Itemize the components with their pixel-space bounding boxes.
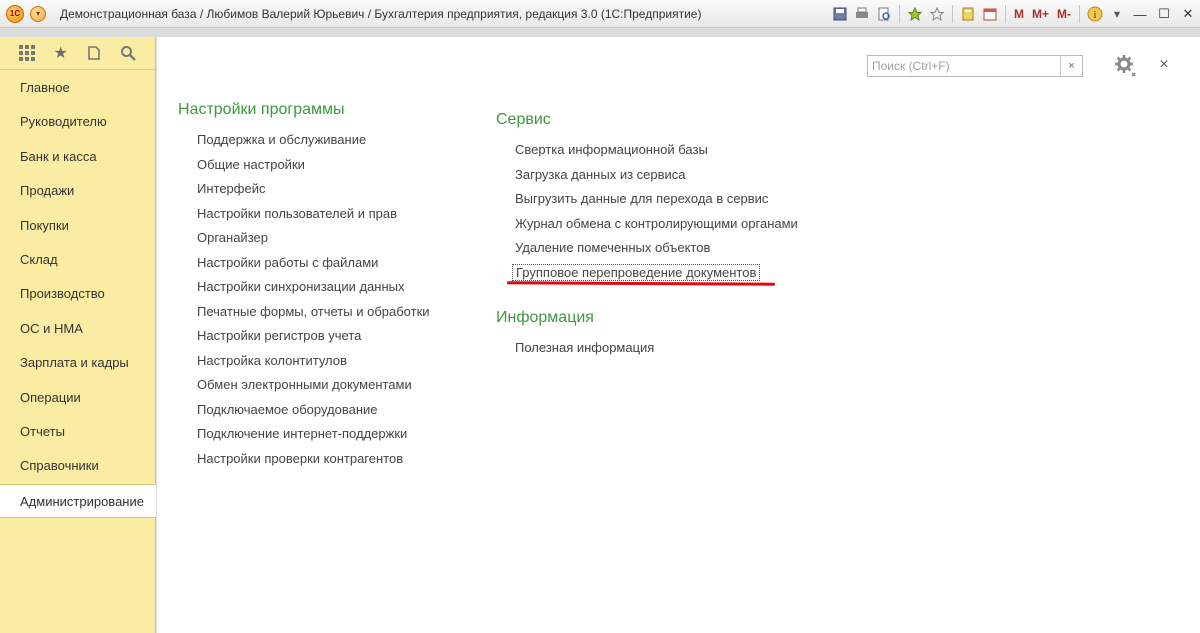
main-panel: × × Настройки программы Поддержка и обсл…	[157, 37, 1200, 633]
red-highlight-underline	[506, 281, 776, 286]
toolbar-separator	[951, 5, 953, 23]
link-load-from-service[interactable]: Загрузка данных из сервиса	[515, 163, 798, 188]
link-equipment[interactable]: Подключаемое оборудование	[197, 398, 430, 423]
clear-search-button[interactable]: ×	[1060, 56, 1082, 76]
link-headers-footers[interactable]: Настройка колонтитулов	[197, 349, 430, 374]
preview-icon[interactable]	[875, 5, 893, 23]
minimize-button[interactable]: —	[1128, 4, 1152, 24]
main-menu-icon[interactable]: ▾	[30, 5, 46, 22]
maximize-button[interactable]: ☐	[1152, 4, 1176, 24]
print-icon[interactable]	[853, 5, 871, 23]
svg-text:i: i	[1094, 10, 1097, 21]
sidebar-item-directories[interactable]: Справочники	[0, 449, 155, 483]
toolbar-separator	[1004, 5, 1006, 23]
sidebar-item-production[interactable]: Производство	[0, 277, 155, 311]
link-internet-support[interactable]: Подключение интернет-поддержки	[197, 422, 430, 447]
toolbar-separator	[898, 5, 900, 23]
search-icon[interactable]	[118, 43, 138, 63]
title-bar: 1С ▾ Демонстрационная база / Любимов Вал…	[0, 0, 1200, 28]
search-box: ×	[867, 55, 1083, 77]
program-settings-list: Поддержка и обслуживание Общие настройки…	[197, 128, 430, 471]
link-edi[interactable]: Обмен электронными документами	[197, 373, 430, 398]
link-users-rights[interactable]: Настройки пользователей и прав	[197, 202, 430, 227]
sections-list: Главное Руководителю Банк и касса Продаж…	[0, 70, 156, 519]
star-icon[interactable]: ★	[51, 43, 71, 63]
program-settings-title: Настройки программы	[178, 101, 345, 118]
link-counterparty-check[interactable]: Настройки проверки контрагентов	[197, 447, 430, 472]
link-print-forms[interactable]: Печатные формы, отчеты и обработки	[197, 300, 430, 325]
sidebar-item-bank[interactable]: Банк и касса	[0, 140, 155, 174]
search-input[interactable]	[868, 56, 1060, 76]
sidebar-item-operations[interactable]: Операции	[0, 381, 155, 415]
link-organizer[interactable]: Органайзер	[197, 226, 430, 251]
apps-grid-icon[interactable]	[17, 43, 37, 63]
link-group-reposting-label: Групповое перепроведение документов	[512, 263, 761, 281]
sidebar-item-main[interactable]: Главное	[0, 71, 155, 105]
link-db-collapse[interactable]: Свертка информационной базы	[515, 138, 798, 163]
app-logo-icon[interactable]: 1С	[6, 4, 24, 23]
service-title: Сервис	[496, 111, 551, 128]
gear-icon[interactable]	[1113, 53, 1139, 79]
close-window-button[interactable]: ✕	[1176, 4, 1200, 24]
sidebar-item-purchases[interactable]: Покупки	[0, 209, 155, 243]
memory-plus-button[interactable]: M+	[1032, 7, 1049, 21]
sections-panel: ★ Главное Руководителю Банк и касса Прод…	[0, 37, 156, 633]
link-registers-settings[interactable]: Настройки регистров учета	[197, 324, 430, 349]
sidebar-item-fixed-assets[interactable]: ОС и НМА	[0, 312, 155, 346]
info-icon[interactable]: i	[1086, 5, 1104, 23]
calendar-icon[interactable]	[981, 5, 999, 23]
calculator-icon[interactable]	[959, 5, 977, 23]
information-title: Информация	[496, 309, 594, 326]
close-form-button[interactable]: ×	[1154, 55, 1174, 75]
sidebar-tools: ★	[0, 37, 155, 70]
link-delete-marked[interactable]: Удаление помеченных объектов	[515, 236, 798, 261]
link-interface[interactable]: Интерфейс	[197, 177, 430, 202]
link-export-to-service[interactable]: Выгрузить данные для перехода в сервис	[515, 187, 798, 212]
link-general-settings[interactable]: Общие настройки	[197, 153, 430, 178]
link-exchange-log[interactable]: Журнал обмена с контролирующими органами	[515, 212, 798, 237]
link-files-settings[interactable]: Настройки работы с файлами	[197, 251, 430, 276]
sidebar-item-reports[interactable]: Отчеты	[0, 415, 155, 449]
history-icon[interactable]	[928, 5, 946, 23]
window-title: Демонстрационная база / Любимов Валерий …	[60, 6, 702, 21]
sidebar-item-payroll[interactable]: Зарплата и кадры	[0, 346, 155, 380]
sidebar-item-administration[interactable]: Администрирование	[0, 483, 156, 519]
info-dropdown-icon[interactable]: ▾	[1108, 5, 1126, 23]
history-icon[interactable]	[84, 43, 104, 63]
toolbar-separator	[1079, 5, 1080, 23]
sidebar-item-manager[interactable]: Руководителю	[0, 105, 155, 139]
memory-minus-button[interactable]: M-	[1057, 7, 1071, 21]
service-list: Свертка информационной базы Загрузка дан…	[512, 138, 798, 285]
link-sync-settings[interactable]: Настройки синхронизации данных	[197, 275, 430, 300]
link-support[interactable]: Поддержка и обслуживание	[197, 128, 430, 153]
favorites-icon[interactable]	[906, 5, 924, 23]
save-icon[interactable]	[831, 5, 849, 23]
sidebar-item-warehouse[interactable]: Склад	[0, 243, 155, 277]
title-toolbar: M M+ M- i ▾ — ☐ ✕	[829, 0, 1200, 28]
information-list: Полезная информация	[515, 336, 654, 361]
link-useful-info[interactable]: Полезная информация	[515, 336, 654, 361]
memory-button[interactable]: M	[1014, 7, 1024, 21]
sidebar-item-sales[interactable]: Продажи	[0, 174, 155, 208]
